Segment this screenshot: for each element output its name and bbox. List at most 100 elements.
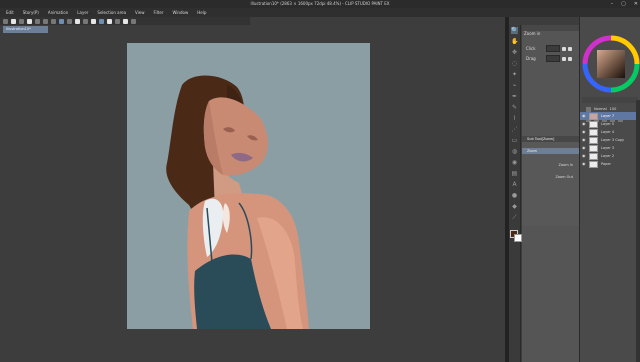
layer-row[interactable]: ◉ Layer 7 xyxy=(580,112,640,120)
menu-animation[interactable]: Animation xyxy=(48,10,68,15)
hand-icon[interactable]: ✋ xyxy=(511,38,518,45)
wand-icon[interactable]: ✦ xyxy=(511,71,518,78)
layer-name: Layer 3 xyxy=(601,146,615,150)
artwork xyxy=(166,75,309,329)
subtool-zoom[interactable]: Zoom xyxy=(522,148,579,154)
layer-thumbnail xyxy=(589,120,598,128)
visibility-eye-icon[interactable]: ◉ xyxy=(582,122,586,126)
window-title: Illustration10* (2863 × 1600px 72dpi 48.… xyxy=(250,1,390,6)
layer-name: Paper xyxy=(601,162,611,166)
zoom-icon[interactable]: 🔍 xyxy=(511,27,518,34)
redo-icon[interactable] xyxy=(35,18,40,24)
drag-zoom-in-icon[interactable] xyxy=(561,56,566,61)
layer-name: Layer 3 Copy xyxy=(601,138,625,142)
canvas[interactable] xyxy=(127,43,370,329)
balloon-icon[interactable]: ● xyxy=(511,192,518,199)
menu-window[interactable]: Window xyxy=(172,10,188,15)
visibility-eye-icon[interactable]: ◉ xyxy=(582,154,586,158)
eyedropper-icon[interactable]: ⌁ xyxy=(511,82,518,89)
ruler-icon[interactable]: ⟋ xyxy=(511,214,518,221)
snap-icon[interactable] xyxy=(115,18,120,24)
layer-thumbnail xyxy=(589,160,598,168)
layer-thumbnail xyxy=(589,144,598,152)
lasso-icon[interactable]: ◌ xyxy=(511,60,518,67)
subtool-header: Sub Tool[Zoom] xyxy=(522,136,579,142)
subtool-zoom-out[interactable]: Zoom Out xyxy=(522,174,579,180)
transform-icon[interactable] xyxy=(59,18,64,24)
subtool-zoom-label: Zoom xyxy=(527,149,538,153)
invert-selection-icon[interactable] xyxy=(75,18,80,24)
visibility-eye-icon[interactable]: ◉ xyxy=(582,146,586,150)
move-icon[interactable]: ✥ xyxy=(511,49,518,56)
layer-name: Layer 7 xyxy=(601,114,615,118)
maximize-button[interactable]: ▢ xyxy=(621,1,626,7)
menu-bar: Edit Story(P) Animation Layer Selection … xyxy=(0,8,640,17)
visibility-eye-icon[interactable]: ◉ xyxy=(582,130,586,134)
subtool-zoom-out-label: Zoom Out xyxy=(555,175,573,179)
visibility-eye-icon[interactable]: ◉ xyxy=(582,114,586,118)
fill-icon[interactable]: ◉ xyxy=(511,159,518,166)
layer-row[interactable]: ◉ Layer 2 xyxy=(580,152,640,160)
layer-thumbnail xyxy=(589,136,598,144)
clear-icon[interactable] xyxy=(43,18,48,24)
pencil-icon[interactable]: ✎ xyxy=(511,104,518,111)
text-icon[interactable]: A xyxy=(511,181,518,188)
layer-name: Layer 5 xyxy=(601,122,615,126)
subtool-panel: Sub Tool[Zoom] Zoom Zoom In Zoom Out xyxy=(522,136,579,226)
menu-view[interactable]: View xyxy=(135,10,145,15)
menu-help[interactable]: Help xyxy=(197,10,206,15)
color-layer-panel: Normal 100 xyxy=(579,17,640,362)
layer-scrollbar[interactable] xyxy=(636,100,640,362)
snap-grid-icon[interactable] xyxy=(91,18,96,24)
gradient-icon[interactable]: ▤ xyxy=(511,170,518,177)
color-wheel[interactable] xyxy=(582,35,640,93)
snap-perspective-icon[interactable] xyxy=(99,18,104,24)
settings-icon[interactable] xyxy=(123,18,128,24)
visibility-eye-icon[interactable]: ◉ xyxy=(582,162,586,166)
brush-icon[interactable]: ⌇ xyxy=(511,115,518,122)
menu-layer[interactable]: Layer xyxy=(77,10,88,15)
command-bar xyxy=(0,17,250,25)
layer-list: ◉ Layer 7 ◉ Layer 5 ◉ Layer 4 ◉ Layer 3 … xyxy=(580,112,640,168)
click-zoom-out-icon[interactable] xyxy=(567,46,572,51)
layer-row[interactable]: ◉ Layer 4 xyxy=(580,128,640,136)
deselect-icon[interactable] xyxy=(67,18,72,24)
subtool-title: Zoom in xyxy=(524,31,541,36)
sub-color-swatch[interactable] xyxy=(514,234,522,242)
color-tabs[interactable] xyxy=(582,97,638,103)
eraser-icon[interactable]: ▭ xyxy=(511,137,518,144)
fill-layer-icon[interactable] xyxy=(51,18,56,24)
minimize-button[interactable]: – xyxy=(611,1,614,7)
pen-icon[interactable]: ✒ xyxy=(511,93,518,100)
menu-story[interactable]: Story(P) xyxy=(23,10,39,15)
save-icon[interactable] xyxy=(19,18,24,24)
snap-ruler-icon[interactable] xyxy=(83,18,88,24)
menu-edit[interactable]: Edit xyxy=(6,10,14,15)
drag-select[interactable] xyxy=(545,55,560,62)
click-setting-row: Click xyxy=(526,45,572,52)
figure-icon[interactable]: ◆ xyxy=(511,203,518,210)
drag-setting-row: Drag xyxy=(526,55,572,62)
menu-selection-area[interactable]: Selection area xyxy=(97,10,126,15)
subtool-zoom-in[interactable]: Zoom In xyxy=(522,162,579,168)
visibility-eye-icon[interactable]: ◉ xyxy=(582,138,586,142)
layer-row[interactable]: ◉ Paper xyxy=(580,160,640,168)
close-button[interactable]: ✕ xyxy=(634,1,638,7)
open-file-icon[interactable] xyxy=(11,18,16,24)
document-tab[interactable]: Illustration10* xyxy=(3,26,48,33)
undo-icon[interactable] xyxy=(27,18,32,24)
snap-special-icon[interactable] xyxy=(107,18,112,24)
material-icon[interactable] xyxy=(131,18,136,24)
layer-row[interactable]: ◉ Layer 3 Copy xyxy=(580,136,640,144)
drag-zoom-out-icon[interactable] xyxy=(567,56,572,61)
layer-row[interactable]: ◉ Layer 3 xyxy=(580,144,640,152)
airbrush-icon[interactable]: ⋰ xyxy=(511,126,518,133)
layer-row[interactable]: ◉ Layer 5 xyxy=(580,120,640,128)
layer-name: Layer 2 xyxy=(601,154,615,158)
blend-icon[interactable]: ◍ xyxy=(511,148,518,155)
click-zoom-in-icon[interactable] xyxy=(561,46,566,51)
subtool-zoom-in-label: Zoom In xyxy=(558,163,573,167)
click-select[interactable] xyxy=(545,45,560,52)
new-file-icon[interactable] xyxy=(3,18,8,24)
menu-filter[interactable]: Filter xyxy=(154,10,164,15)
